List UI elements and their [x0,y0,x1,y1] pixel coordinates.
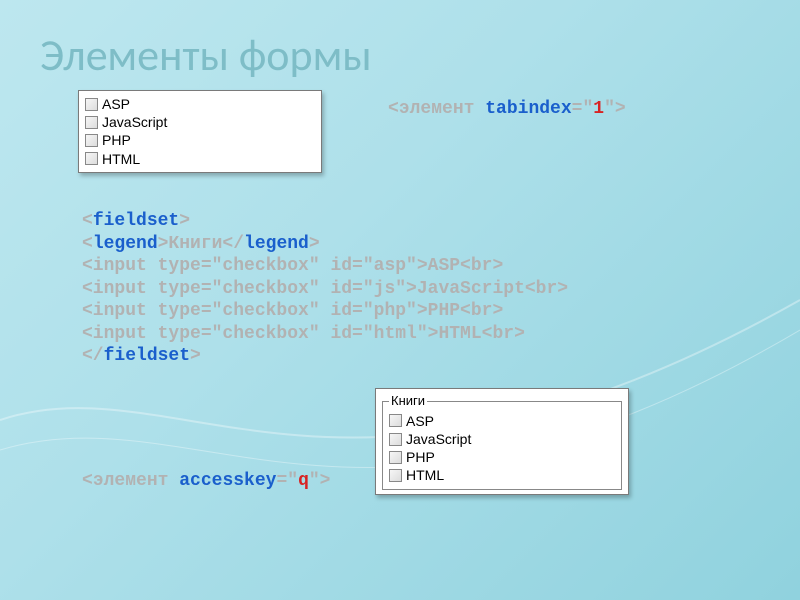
list-item: PHP [389,448,615,466]
page-title: Элементы формы [40,28,760,82]
code-tabindex: <элемент tabindex="1"> [388,98,626,121]
fieldset: Книги ASP JavaScript PHP HTML [382,393,622,490]
checkbox-icon[interactable] [389,433,402,446]
list-item: ASP [389,412,615,430]
list-item: HTML [85,150,315,168]
checkbox-icon[interactable] [85,152,98,165]
code-accesskey: <элемент accesskey="q"> [82,470,330,493]
checkbox-label: JavaScript [406,430,471,448]
legend: Книги [389,393,427,410]
checkbox-icon[interactable] [85,98,98,111]
list-item: PHP [85,131,315,149]
checkbox-label: JavaScript [102,113,167,131]
list-item: ASP [85,95,315,113]
checkbox-group-plain: ASP JavaScript PHP HTML [78,90,322,173]
checkbox-group-fieldset: Книги ASP JavaScript PHP HTML [375,388,629,495]
checkbox-label: ASP [102,95,130,113]
checkbox-label: ASP [406,412,434,430]
checkbox-label: PHP [102,131,131,149]
checkbox-icon[interactable] [389,469,402,482]
slide: Элементы формы ASP JavaScript PHP HTML <… [0,0,800,600]
list-item: JavaScript [389,430,615,448]
list-item: HTML [389,466,615,484]
checkbox-icon[interactable] [389,414,402,427]
checkbox-label: HTML [406,466,444,484]
checkbox-icon[interactable] [85,116,98,129]
checkbox-icon[interactable] [389,451,402,464]
list-item: JavaScript [85,113,315,131]
checkbox-icon[interactable] [85,134,98,147]
checkbox-label: HTML [102,150,140,168]
checkbox-label: PHP [406,448,435,466]
code-fieldset: <fieldset> <legend>Книги</legend> <input… [82,210,568,368]
